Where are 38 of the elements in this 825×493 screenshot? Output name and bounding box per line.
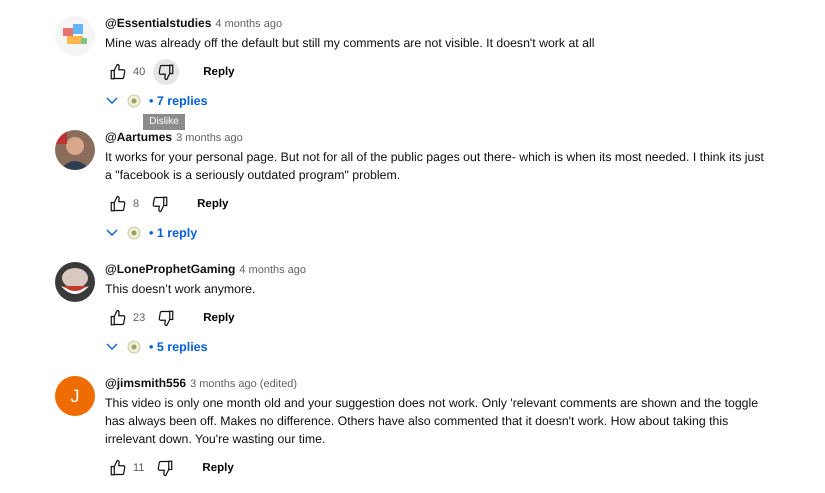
comment-text: This doesn’t work anymore. — [105, 281, 256, 298]
comment-text: It works for your personal page. But not for all of the public pages out there- which is when its most needed. I think its just a "facebook is a seriously outdated program" problem. — [105, 149, 765, 184]
thumbs-up-icon — [109, 195, 127, 213]
thumbs-up-icon — [109, 309, 127, 327]
avatar: J — [55, 376, 95, 416]
thumbs-down-icon — [157, 63, 176, 81]
thumbs-down-icon — [156, 459, 174, 477]
thumbs-up-icon — [109, 459, 127, 477]
comment-time: 4 months ago — [239, 264, 306, 276]
comment-time: 4 months ago — [215, 18, 282, 30]
replies-link[interactable]: • 5 replies — [149, 340, 208, 354]
thumbs-down-icon — [157, 309, 176, 327]
chevron-down-icon[interactable] — [105, 228, 119, 238]
like-count: 11 — [133, 462, 144, 474]
comment-text: This video is only one month old and your suggestion does not work. Only 'relevant comments are shown and the toggle has always been off. Makes no difference. Others have also commented that it doesn't work. How about taking this irrelevant down. You're wasting our time. — [105, 395, 760, 448]
author-name[interactable]: @Aartumes — [105, 130, 172, 144]
comment-text: Mine was already off the default but still my comments are not visible. It doesn't work at all — [105, 35, 596, 52]
like-count: 8 — [133, 198, 140, 210]
author-name[interactable]: @LoneProphetGaming — [105, 262, 236, 276]
creator-avatar-icon — [127, 226, 141, 240]
reply-button[interactable]: Reply — [195, 62, 243, 82]
author-name[interactable]: @Essentialstudies — [105, 16, 212, 30]
reply-button[interactable]: Reply — [194, 458, 242, 478]
thumbs-down-icon — [151, 195, 170, 213]
author-name[interactable]: @jimsmith556 — [105, 376, 186, 390]
tooltip: Dislike — [143, 114, 185, 130]
comment-time: 3 months ago (edited) — [190, 378, 298, 390]
like-count: 23 — [133, 312, 146, 324]
creator-avatar-icon — [127, 340, 141, 354]
reply-button[interactable]: Reply — [195, 308, 243, 328]
like-count: 40 — [133, 66, 146, 78]
replies-link[interactable]: • 1 reply — [149, 226, 198, 240]
chevron-down-icon[interactable] — [105, 96, 119, 106]
thumbs-up-icon — [109, 63, 127, 81]
comment-time: 3 months ago — [176, 132, 243, 144]
reply-button[interactable]: Reply — [189, 194, 236, 214]
chevron-down-icon[interactable] — [105, 342, 119, 352]
creator-avatar-icon — [127, 94, 141, 108]
